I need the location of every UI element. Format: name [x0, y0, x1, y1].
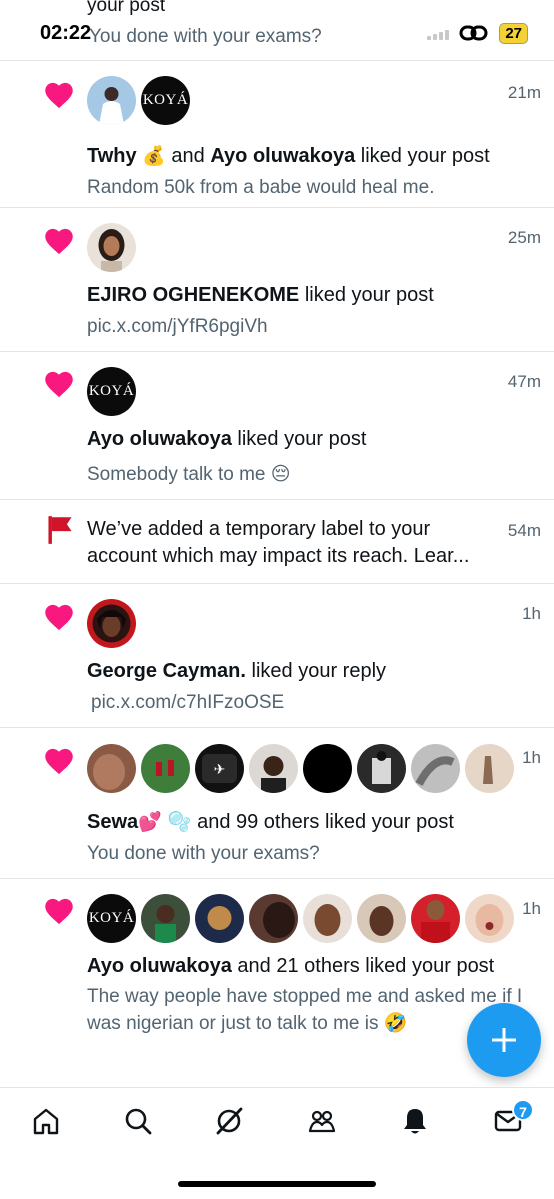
- notifications-bell-icon[interactable]: [400, 1106, 430, 1136]
- avatar[interactable]: [87, 223, 136, 272]
- notification-item[interactable]: 1h George Cayman. liked your reply pic.x…: [0, 584, 554, 727]
- battery-indicator: 27: [499, 22, 528, 44]
- avatar[interactable]: ✈: [195, 744, 244, 793]
- notification-time: 1h: [522, 748, 541, 767]
- previous-notification-text: You done with your exams?: [89, 26, 322, 47]
- notification-headline: Sewa💕 🫧 and 99 others liked your post: [87, 811, 454, 833]
- avatar[interactable]: [411, 894, 460, 943]
- svg-text:✈: ✈: [214, 762, 226, 778]
- user-name[interactable]: Sewa: [87, 811, 138, 833]
- avatar-group: KOYÁ: [87, 894, 514, 943]
- status-icons: 27: [427, 22, 528, 44]
- notification-headline: Ayo oluwakoya and 21 others liked your p…: [87, 955, 495, 977]
- heart-icon: [45, 898, 73, 925]
- avatar[interactable]: KOYÁ: [141, 76, 190, 125]
- notification-time: 25m: [507, 228, 541, 247]
- heart-icon: [45, 748, 73, 775]
- avatar[interactable]: [249, 894, 298, 943]
- notification-time: 54m: [507, 521, 541, 540]
- pensive-face-emoji: 😔: [270, 463, 291, 485]
- heart-icon: [45, 228, 73, 255]
- plus-icon: [492, 1028, 516, 1052]
- avatar[interactable]: [87, 599, 136, 648]
- notification-item[interactable]: We’ve added a temporary label to your ac…: [0, 500, 554, 583]
- avatar-group: [87, 223, 136, 272]
- home-indicator: [178, 1181, 376, 1187]
- avatar[interactable]: [465, 894, 514, 943]
- heart-icon: [45, 604, 73, 631]
- avatar[interactable]: [411, 744, 460, 793]
- avatar-group: [87, 599, 136, 648]
- search-icon[interactable]: [123, 1106, 153, 1136]
- avatar[interactable]: [303, 894, 352, 943]
- link-icon: [459, 25, 488, 41]
- notification-post-text: pic.x.com/c7hIFzoOSE: [91, 692, 285, 713]
- avatar[interactable]: [87, 744, 136, 793]
- user-name[interactable]: EJIRO OGHENEKOME: [87, 284, 299, 306]
- notification-time: 1h: [522, 604, 541, 623]
- avatar[interactable]: [141, 894, 190, 943]
- home-icon[interactable]: [31, 1106, 61, 1136]
- user-name[interactable]: Ayo oluwakoya: [87, 428, 232, 450]
- notification-post-text: The way people have stopped me and asked…: [87, 986, 523, 1034]
- avatar[interactable]: [141, 744, 190, 793]
- notification-item[interactable]: KOYÁ 21m Twhy 💰 and Ayo oluwakoya liked …: [0, 61, 554, 207]
- notification-item[interactable]: 25m EJIRO OGHENEKOME liked your post pic…: [0, 208, 554, 351]
- user-name[interactable]: George Cayman.: [87, 660, 246, 682]
- avatar[interactable]: [303, 744, 352, 793]
- avatar[interactable]: [87, 76, 136, 125]
- notification-headline: EJIRO OGHENEKOME liked your post: [87, 284, 434, 306]
- compose-button[interactable]: [467, 1003, 541, 1077]
- notification-item[interactable]: ✈ 1h Sewa💕 🫧 and 99 others liked your po…: [0, 728, 554, 878]
- notification-time: 47m: [507, 372, 541, 391]
- notification-time: 21m: [507, 83, 541, 102]
- user-name[interactable]: Ayo oluwakoya: [87, 955, 232, 977]
- avatar-group: ✈: [87, 744, 514, 793]
- notification-headline: Twhy 💰 and Ayo oluwakoya liked your post: [87, 145, 490, 167]
- avatar[interactable]: [195, 894, 244, 943]
- notification-post-text: pic.x.com/jYfR6pgiVh: [87, 316, 268, 337]
- messages-badge: 7: [512, 1099, 534, 1121]
- grok-icon[interactable]: [214, 1106, 244, 1136]
- avatar[interactable]: KOYÁ: [87, 367, 136, 416]
- heart-icon: [45, 371, 73, 398]
- hearts-emoji: 💕 🫧: [138, 811, 192, 833]
- notification-item[interactable]: KOYÁ 47m Ayo oluwakoya liked your post S…: [0, 352, 554, 499]
- notification-post-text: Random 50k from a babe would heal me.: [87, 177, 435, 198]
- notification-post-text: Somebody talk to me 😔: [87, 463, 291, 485]
- heart-icon: [45, 82, 73, 109]
- notification-headline-continued: account which may impact its reach. Lear…: [87, 545, 470, 567]
- avatar[interactable]: [357, 744, 406, 793]
- avatar-group: KOYÁ: [87, 76, 190, 125]
- avatar-group: KOYÁ: [87, 367, 136, 416]
- user-name[interactable]: Twhy: [87, 145, 137, 167]
- avatar[interactable]: [465, 744, 514, 793]
- money-bag-emoji: 💰: [142, 145, 166, 167]
- avatar[interactable]: KOYÁ: [87, 894, 136, 943]
- notification-post-text: You done with your exams?: [87, 843, 320, 864]
- signal-icon: [427, 26, 450, 40]
- communities-icon[interactable]: [307, 1106, 337, 1136]
- user-name[interactable]: Ayo oluwakoya: [210, 145, 355, 167]
- notification-time: 1h: [522, 899, 541, 918]
- notification-headline: Ayo oluwakoya liked your post: [87, 428, 367, 450]
- previous-notification-line: your post: [87, 0, 166, 16]
- flag-icon: [48, 516, 72, 544]
- notification-headline: George Cayman. liked your reply: [87, 660, 387, 682]
- avatar[interactable]: [357, 894, 406, 943]
- rolling-laughing-emoji: 🤣: [383, 1012, 408, 1034]
- avatar[interactable]: [249, 744, 298, 793]
- notification-headline: We’ve added a temporary label to your: [87, 518, 431, 540]
- status-time: 02:22: [40, 22, 92, 44]
